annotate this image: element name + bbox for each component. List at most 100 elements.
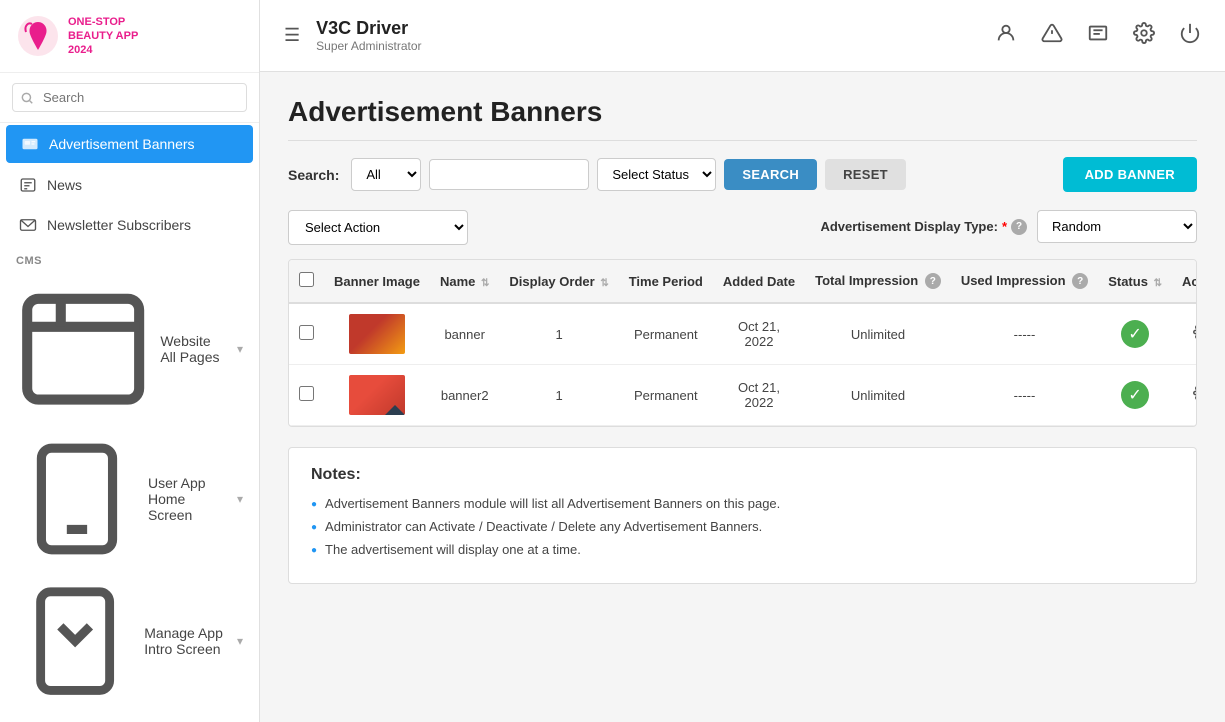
notes-item: Administrator can Activate / Deactivate … [311,519,1174,534]
advertisement-icon [21,135,39,153]
notes-item: Advertisement Banners module will list a… [311,496,1174,511]
search-text-input[interactable] [429,159,589,190]
row-checkbox [289,303,324,365]
settings-gear-icon [1193,384,1197,402]
sort-icon: ⇅ [481,278,489,289]
display-type-select[interactable]: Random Sequential [1037,210,1197,243]
header-title-block: V3C Driver Super Administrator [316,18,979,53]
banners-table: Banner Image Name ⇅ Display Order ⇅ Time… [289,260,1197,426]
status-active-icon[interactable]: ✓ [1121,320,1149,348]
row-action-button[interactable] [1189,319,1197,350]
status-select[interactable]: Select Status Active Inactive [597,158,716,191]
row-total-impression: Unlimited [805,303,951,365]
user-profile-button[interactable] [991,18,1021,53]
header-icons [991,18,1205,53]
action-select-wrap: Select Action Activate Deactivate Delete [288,210,468,245]
row-status: ✓ [1098,365,1172,426]
col-added-date: Added Date [713,260,805,303]
header: ☰ V3C Driver Super Administrator [260,0,1225,72]
sidebar-item-label: User App Home Screen [148,475,227,523]
row-total-impression: Unlimited [805,365,951,426]
website-icon [16,282,150,416]
chevron-down-icon: ▾ [237,634,243,648]
sidebar-item-language-labels[interactable]: Manage Language Labels [0,712,259,722]
col-checkbox [289,260,324,303]
col-display-order[interactable]: Display Order ⇅ [499,260,618,303]
sidebar-search-input[interactable] [12,83,247,112]
hamburger-menu-button[interactable]: ☰ [280,21,304,50]
app-logo-icon [16,14,60,58]
row-checkbox [289,365,324,426]
gear-icon [1133,22,1155,44]
search-bar: Search: All Select Status Active Inactiv… [288,157,1197,192]
row-display-order: 1 [499,303,618,365]
notes-item: The advertisement will display one at a … [311,542,1174,557]
search-all-select[interactable]: All [351,158,421,191]
list-icon [1087,22,1109,44]
table-row: banner2 1 Permanent Oct 21, 2022 Unlimit… [289,365,1197,426]
page-title: Advertisement Banners [288,96,1197,141]
logo-block: ONE-STOP BEAUTY APP 2024 [0,0,259,73]
row-banner-image [324,303,430,365]
notes-box: Notes: Advertisement Banners module will… [288,447,1197,584]
sidebar-item-app-intro[interactable]: Manage App Intro Screen ▾ [0,571,259,711]
app-name: ONE-STOP BEAUTY APP 2024 [68,15,138,58]
page-content: Advertisement Banners Search: All Select… [260,72,1225,722]
info-icon: ? [925,273,941,289]
power-button[interactable] [1175,18,1205,53]
row-action [1172,303,1197,365]
sidebar-search-icon [20,91,34,105]
row-added-date: Oct 21, 2022 [713,365,805,426]
sidebar-item-label: Advertisement Banners [49,136,195,152]
row-select-checkbox[interactable] [299,325,314,340]
col-used-impression: Used Impression ? [951,260,1098,303]
sidebar-nav: Advertisement Banners News Newsletter Su… [0,123,259,722]
action-select[interactable]: Select Action Activate Deactivate Delete [288,210,468,245]
row-time-period: Permanent [619,303,713,365]
banner-thumbnail [349,314,405,354]
display-type-label: Advertisement Display Type: * ? [820,219,1027,235]
info-icon: ? [1011,219,1027,235]
search-label: Search: [288,167,339,183]
row-name: banner2 [430,365,499,426]
col-total-impression: Total Impression ? [805,260,951,303]
notes-title: Notes: [311,466,1174,484]
sidebar-item-user-app-home[interactable]: User App Home Screen ▾ [0,427,259,571]
search-button[interactable]: SEARCH [724,159,817,190]
row-action-button[interactable] [1189,380,1197,411]
add-banner-button[interactable]: ADD BANNER [1063,157,1197,192]
sidebar-search-wrap [0,73,259,123]
chevron-down-icon: ▾ [237,492,243,506]
sidebar-item-website-all-pages[interactable]: Website All Pages ▾ [0,271,259,427]
sidebar-item-advertisement-banners[interactable]: Advertisement Banners [6,125,253,163]
row-used-impression: ----- [951,365,1098,426]
col-status[interactable]: Status ⇅ [1098,260,1172,303]
required-star: * [1002,219,1007,234]
row-action [1172,365,1197,426]
sidebar-item-news[interactable]: News [0,165,259,205]
sidebar-item-newsletter[interactable]: Newsletter Subscribers [0,205,259,245]
settings-button[interactable] [1129,18,1159,53]
col-time-period: Time Period [619,260,713,303]
row-added-date: Oct 21, 2022 [713,303,805,365]
cms-section-label: CMS [0,245,259,271]
table-row: banner 1 Permanent Oct 21, 2022 Unlimite… [289,303,1197,365]
alert-button[interactable] [1037,18,1067,53]
sort-icon: ⇅ [600,278,608,289]
user-icon [995,22,1017,44]
list-view-button[interactable] [1083,18,1113,53]
col-action: Action [1172,260,1197,303]
sidebar: ONE-STOP BEAUTY APP 2024 Advertisement B… [0,0,260,722]
action-row: Select Action Activate Deactivate Delete… [288,210,1197,245]
col-name[interactable]: Name ⇅ [430,260,499,303]
row-time-period: Permanent [619,365,713,426]
row-select-checkbox[interactable] [299,386,314,401]
newsletter-icon [19,216,37,234]
status-active-icon[interactable]: ✓ [1121,381,1149,409]
reset-button[interactable]: RESET [825,159,906,190]
chevron-down-icon: ▾ [237,342,243,356]
row-used-impression: ----- [951,303,1098,365]
row-name: banner [430,303,499,365]
banners-table-container: Banner Image Name ⇅ Display Order ⇅ Time… [288,259,1197,427]
select-all-checkbox[interactable] [299,272,314,287]
